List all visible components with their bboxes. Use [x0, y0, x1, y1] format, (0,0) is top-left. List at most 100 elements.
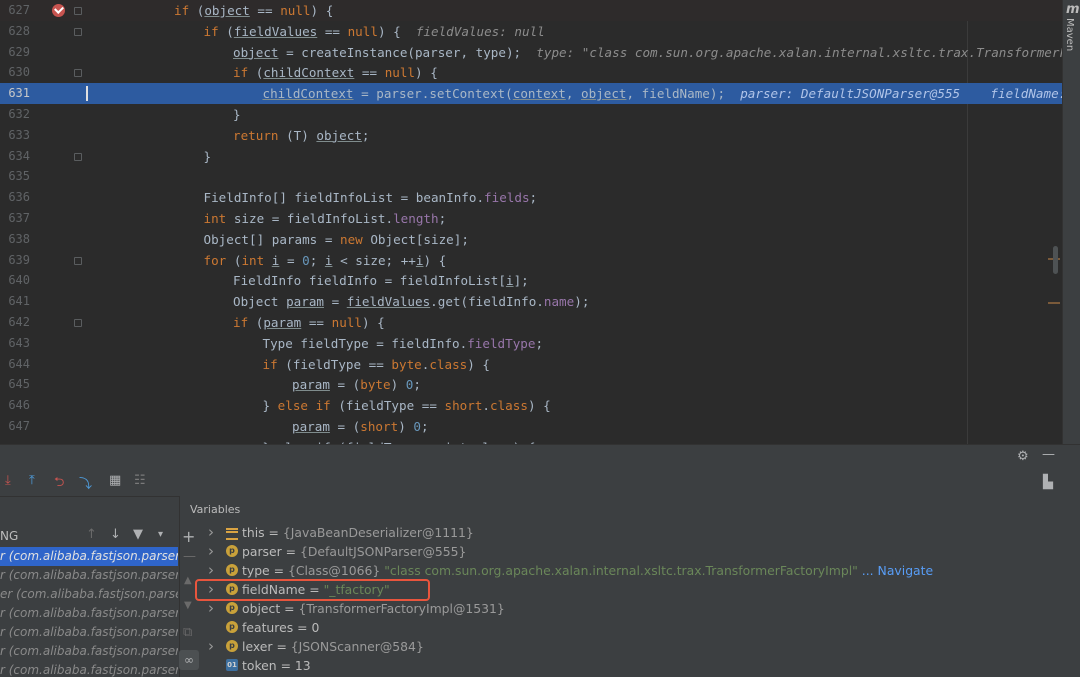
line-number[interactable]: 636	[0, 187, 30, 208]
restore-layout-icon[interactable]: ▙	[1043, 475, 1053, 490]
stack-frame[interactable]: r (com.alibaba.fastjson.parser.	[0, 604, 178, 623]
variable-row[interactable]: › p lexer = {JSONScanner@584}	[202, 637, 1072, 656]
line-number[interactable]: 627	[0, 0, 30, 21]
variable-row[interactable]: › p object = {TransformerFactoryImpl@1531}	[202, 599, 1072, 618]
line-number[interactable]: 639	[0, 250, 30, 271]
line-number[interactable]: 647	[0, 416, 30, 437]
code-editor[interactable]: 627 if (object == null) {628 if (fieldValu…	[0, 0, 1062, 444]
line-number[interactable]: 632	[0, 104, 30, 125]
code-line[interactable]: 630 if (childContext == null) {	[0, 62, 1062, 83]
chevron-right-icon[interactable]: ›	[208, 561, 214, 580]
stack-frame[interactable]: r (com.alibaba.fastjson.parser.	[0, 547, 178, 566]
code-line[interactable]: 639 for (int i = 0; i < size; ++i) {	[0, 250, 1062, 271]
line-number[interactable]: 637	[0, 208, 30, 229]
variable-text: features = 0	[242, 620, 320, 635]
run-to-cursor-icon[interactable]: ⤵	[79, 473, 92, 492]
code-line[interactable]: 640 FieldInfo fieldInfo = fieldInfoList[i…	[0, 270, 1062, 291]
line-number[interactable]: 629	[0, 42, 30, 63]
variable-row[interactable]: › this = {JavaBeanDeserializer@1111}	[202, 523, 1072, 542]
frames-header: NG ↑ ↓ ▼ ▾	[0, 525, 180, 547]
line-number[interactable]: 630	[0, 62, 30, 83]
code-line[interactable]: 628 if (fieldValues == null) { fieldValue…	[0, 21, 1062, 42]
fold-toggle-icon[interactable]	[74, 27, 82, 36]
minimize-icon[interactable]: —	[1042, 447, 1055, 462]
code-line[interactable]: 642 if (param == null) {	[0, 312, 1062, 333]
code-line[interactable]: 635	[0, 166, 1062, 187]
maven-label[interactable]: Maven	[1064, 18, 1075, 51]
step-out-icon[interactable]: ⤒	[29, 473, 35, 488]
stack-frame[interactable]: r (com.alibaba.fastjson.parser.	[0, 642, 178, 661]
chevron-down-icon[interactable]: ▾	[158, 529, 163, 540]
move-up-icon[interactable]: ▲	[184, 575, 192, 586]
line-number[interactable]: 641	[0, 291, 30, 312]
variable-text: parser = {DefaultJSONParser@555}	[242, 544, 467, 559]
add-icon[interactable]: +	[182, 527, 195, 546]
line-number[interactable]: 645	[0, 374, 30, 395]
navigate-link[interactable]: ... Navigate	[862, 563, 933, 578]
gear-icon[interactable]: ⚙	[1017, 449, 1029, 464]
variable-row[interactable]: 01 token = 13	[202, 656, 1072, 675]
fold-toggle-icon[interactable]	[74, 152, 82, 161]
code-line[interactable]: 629 object = createInstance(parser, type)…	[0, 42, 1062, 63]
variable-row[interactable]: › p type = {Class@1066} "class com.sun.org…	[202, 561, 1072, 580]
stack-frame[interactable]: r (com.alibaba.fastjson.parser.	[0, 623, 178, 642]
line-number[interactable]: 640	[0, 270, 30, 291]
chevron-right-icon[interactable]: ›	[208, 599, 214, 618]
up-arrow-icon[interactable]: ↑	[86, 527, 97, 542]
drop-frame-icon[interactable]: ⮌	[54, 473, 64, 495]
code-line[interactable]: 631 childContext = parser.setContext(cont…	[0, 83, 1062, 105]
line-number[interactable]: 643	[0, 333, 30, 354]
line-number[interactable]: 635	[0, 166, 30, 187]
line-number[interactable]: 631	[0, 83, 30, 104]
show-watches-icon[interactable]: ∞	[179, 650, 199, 670]
code-text: object = createInstance(parser, type); t…	[233, 44, 1062, 60]
copy-icon[interactable]: ⧉	[183, 625, 192, 640]
fold-toggle-icon[interactable]	[74, 69, 82, 78]
code-line[interactable]: 636 FieldInfo[] fieldInfoList = beanInfo.…	[0, 187, 1062, 208]
code-text: int size = fieldInfoList.length;	[203, 211, 447, 226]
breakpoint-icon[interactable]	[52, 4, 65, 17]
editor-scrollbar-thumb[interactable]	[1053, 246, 1058, 274]
code-line[interactable]: 627 if (object == null) {	[0, 0, 1062, 21]
code-text: FieldInfo fieldInfo = fieldInfoList[i];	[233, 273, 529, 289]
chevron-right-icon[interactable]: ›	[208, 637, 214, 656]
stack-frame[interactable]: r (com.alibaba.fastjson.parser.	[0, 661, 178, 677]
code-line[interactable]: 633 return (T) object;	[0, 125, 1062, 146]
line-number[interactable]: 642	[0, 312, 30, 333]
move-down-icon[interactable]: ▼	[184, 600, 192, 611]
code-line[interactable]: 637 int size = fieldInfoList.length;	[0, 208, 1062, 229]
code-line[interactable]: 632}	[0, 104, 1062, 125]
code-line[interactable]: 643 Type fieldType = fieldInfo.fieldType;	[0, 333, 1062, 354]
down-arrow-icon[interactable]: ↓	[110, 527, 121, 542]
chevron-right-icon[interactable]: ›	[208, 523, 214, 542]
code-line[interactable]: 646} else if (fieldType == short.class) …	[0, 395, 1062, 416]
chevron-right-icon[interactable]: ›	[208, 542, 214, 561]
code-line[interactable]: 638 Object[] params = new Object[size];	[0, 229, 1062, 250]
stack-frame[interactable]: er (com.alibaba.fastjson.parse	[0, 585, 178, 604]
fold-toggle-icon[interactable]	[74, 256, 82, 265]
filter-icon[interactable]: ▼	[133, 527, 143, 542]
variable-text: lexer = {JSONScanner@584}	[242, 639, 424, 654]
code-line[interactable]: 634}	[0, 146, 1062, 167]
step-into-icon[interactable]: ⤓	[5, 473, 11, 488]
variable-row[interactable]: p features = 0	[202, 618, 1072, 637]
remove-icon[interactable]: —	[183, 549, 196, 564]
code-line[interactable]: 645 param = (byte) 0;	[0, 374, 1062, 395]
fold-toggle-icon[interactable]	[74, 319, 82, 327]
maven-tool-window-strip[interactable]: m Maven	[1062, 0, 1080, 444]
fold-toggle-icon[interactable]	[74, 7, 82, 15]
trace-icon[interactable]: ☷	[134, 473, 146, 488]
stack-frame[interactable]: r (com.alibaba.fastjson.parser.	[0, 566, 178, 585]
variable-text: type = {Class@1066} "class com.sun.org.a…	[242, 563, 934, 578]
line-number[interactable]: 646	[0, 395, 30, 416]
line-number[interactable]: 644	[0, 354, 30, 375]
code-line[interactable]: 644 if (fieldType == byte.class) {	[0, 354, 1062, 375]
line-number[interactable]: 633	[0, 125, 30, 146]
evaluate-expression-icon[interactable]: ▦	[109, 473, 121, 488]
line-number[interactable]: 634	[0, 146, 30, 167]
line-number[interactable]: 628	[0, 21, 30, 42]
code-line[interactable]: 647 param = (short) 0;	[0, 416, 1062, 437]
variable-row[interactable]: › p parser = {DefaultJSONParser@555}	[202, 542, 1072, 561]
code-line[interactable]: 641 Object param = fieldValues.get(fieldI…	[0, 291, 1062, 312]
line-number[interactable]: 638	[0, 229, 30, 250]
